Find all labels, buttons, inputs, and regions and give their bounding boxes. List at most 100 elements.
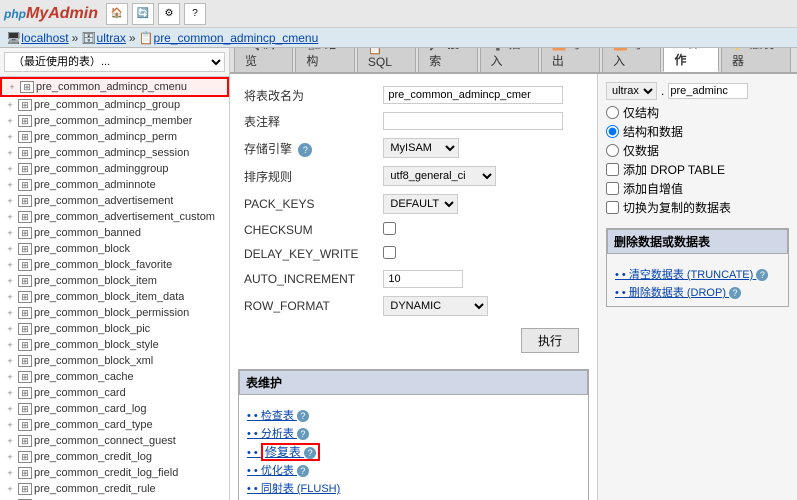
- breadcrumb-database[interactable]: ultrax: [97, 31, 126, 45]
- sidebar-item[interactable]: + pre_common_cache: [0, 369, 229, 385]
- recent-tables-dropdown[interactable]: （最近使用的表）...: [4, 52, 225, 72]
- refresh-button[interactable]: 🔄: [132, 3, 154, 25]
- execute-button[interactable]: 执行: [521, 328, 579, 353]
- content-area: 🔍浏览🏗结构📋SQL🔎搜索➕插入📤导出📥导入⚙操作⚡触发器 将表改名为 表注释: [230, 48, 797, 500]
- sidebar-label: pre_common_admincp_group: [34, 99, 180, 111]
- copy-db-select[interactable]: ultrax: [606, 82, 657, 100]
- sidebar-item[interactable]: + pre_common_admincp_member: [0, 113, 229, 129]
- tab-浏览[interactable]: 🔍浏览: [234, 48, 293, 72]
- sidebar-label: pre_common_block_favorite: [34, 259, 172, 271]
- rename-input[interactable]: [383, 86, 563, 104]
- pack-keys-select[interactable]: DEFAULT01: [383, 194, 458, 214]
- sidebar-item[interactable]: + pre_common_banned: [0, 225, 229, 241]
- storage-select[interactable]: MyISAMInnoDBMEMORYCSV: [383, 138, 459, 158]
- tab-操作[interactable]: ⚙操作: [663, 48, 719, 72]
- auto-increment-row: AUTO_INCREMENT: [238, 266, 589, 292]
- maintenance-link[interactable]: • 检查表 ?: [247, 407, 580, 423]
- rename-label: 将表改名为: [238, 82, 377, 108]
- copy-radio[interactable]: [606, 106, 619, 119]
- tab-触发器[interactable]: ⚡触发器: [721, 48, 791, 72]
- sidebar-item[interactable]: + pre_common_card: [0, 385, 229, 401]
- sidebar-item[interactable]: + pre_common_admincp_cmenu: [0, 77, 229, 97]
- breadcrumb-table-icon: 📋: [139, 31, 154, 45]
- sidebar-item[interactable]: + pre_common_admincp_group: [0, 97, 229, 113]
- sidebar-item[interactable]: + pre_common_block_pic: [0, 321, 229, 337]
- sidebar-list: + pre_common_admincp_cmenu + pre_common_…: [0, 77, 229, 500]
- maintenance-link[interactable]: • 优化表 ?: [247, 462, 580, 478]
- copy-radio[interactable]: [606, 125, 619, 138]
- expand-icon: +: [2, 418, 18, 432]
- sidebar-item[interactable]: + pre_common_credit_log_field: [0, 465, 229, 481]
- sidebar-item[interactable]: + pre_common_credit_log: [0, 449, 229, 465]
- table-icon: [18, 371, 32, 383]
- row-format-select[interactable]: DYNAMICCOMPACTREDUNDANTCOMPRESSED: [383, 296, 488, 316]
- collation-select[interactable]: utf8_general_ciutf8_unicode_cilatin1_swe…: [383, 166, 496, 186]
- sidebar-label: pre_common_advertisement_custom: [34, 211, 215, 223]
- tab-导入[interactable]: 📥导入: [602, 48, 661, 72]
- checksum-checkbox[interactable]: [383, 222, 396, 235]
- breadcrumb-icon: 🖥: [6, 31, 21, 45]
- tab-结构[interactable]: 🏗结构: [295, 48, 355, 72]
- sidebar-item[interactable]: + pre_common_block: [0, 241, 229, 257]
- sidebar-label: pre_common_credit_log_field: [34, 467, 178, 479]
- copy-checkbox[interactable]: [606, 182, 619, 195]
- table-icon: [18, 387, 32, 399]
- table-icon: [18, 451, 32, 463]
- sidebar-item[interactable]: + pre_common_block_item_data: [0, 289, 229, 305]
- sidebar-item[interactable]: + pre_common_card_type: [0, 417, 229, 433]
- sidebar-item[interactable]: + pre_common_admincp_perm: [0, 129, 229, 145]
- sidebar-label: pre_common_admincp_perm: [34, 131, 177, 143]
- tab-SQL[interactable]: 📋SQL: [357, 48, 416, 72]
- sidebar-item[interactable]: + pre_common_block_item: [0, 273, 229, 289]
- sidebar-item[interactable]: + pre_common_block_xml: [0, 353, 229, 369]
- expand-icon: +: [2, 370, 18, 384]
- comment-input[interactable]: [383, 112, 563, 130]
- copy-radio-label: 结构和数据: [623, 123, 683, 140]
- settings-button[interactable]: ⚙: [158, 3, 180, 25]
- copy-table-input[interactable]: [668, 83, 748, 99]
- tab-导出[interactable]: 📤导出: [541, 48, 600, 72]
- tab-插入[interactable]: ➕插入: [480, 48, 539, 72]
- copy-checkbox[interactable]: [606, 201, 619, 214]
- maintenance-link[interactable]: • 分析表 ?: [247, 425, 580, 441]
- sidebar-label: pre_common_card_type: [34, 419, 153, 431]
- tab-label: 浏览: [245, 48, 275, 68]
- sidebar-label: pre_common_block: [34, 243, 130, 255]
- sidebar-item[interactable]: + pre_common_advertisement: [0, 193, 229, 209]
- table-icon: [18, 115, 32, 127]
- delete-link[interactable]: • 清空数据表 (TRUNCATE) ?: [615, 266, 780, 282]
- expand-icon: +: [2, 258, 18, 272]
- sidebar-item[interactable]: + pre_common_block_permission: [0, 305, 229, 321]
- tab-label: 导出: [552, 48, 582, 68]
- sidebar-label: pre_common_banned: [34, 227, 141, 239]
- copy-checkbox[interactable]: [606, 163, 619, 176]
- sidebar-item[interactable]: + pre_common_admincp_session: [0, 145, 229, 161]
- maintenance-link[interactable]: • 修复表 ?: [247, 443, 580, 460]
- sidebar-item[interactable]: + pre_common_adminggroup: [0, 161, 229, 177]
- expand-icon: +: [2, 322, 18, 336]
- tab-搜索[interactable]: 🔎搜索: [418, 48, 477, 72]
- delete-link[interactable]: • 删除数据表 (DROP) ?: [615, 284, 780, 300]
- auto-increment-input[interactable]: [383, 270, 463, 288]
- delay-key-checkbox[interactable]: [383, 246, 396, 259]
- home-button[interactable]: 🏠: [106, 3, 128, 25]
- sidebar-item[interactable]: + pre_common_adminnote: [0, 177, 229, 193]
- delete-section-title: 删除数据或数据表: [607, 229, 788, 254]
- sidebar-item[interactable]: + pre_common_card_log: [0, 401, 229, 417]
- help-button[interactable]: ?: [184, 3, 206, 25]
- table-icon: [18, 195, 32, 207]
- sidebar-item[interactable]: + pre_common_block_style: [0, 337, 229, 353]
- storage-row: 存储引擎 ? MyISAMInnoDBMEMORYCSV: [238, 134, 589, 162]
- sidebar-item[interactable]: + pre_common_advertisement_custom: [0, 209, 229, 225]
- storage-help-icon[interactable]: ?: [298, 143, 312, 157]
- rename-row: 将表改名为: [238, 82, 589, 108]
- sidebar-item[interactable]: + pre_common_block_favorite: [0, 257, 229, 273]
- sidebar-item[interactable]: + pre_common_credit_rule: [0, 481, 229, 497]
- copy-checkbox-item: 添加自增值: [606, 180, 789, 197]
- expand-icon: +: [2, 290, 18, 304]
- copy-radio[interactable]: [606, 144, 619, 157]
- breadcrumb-table[interactable]: pre_common_admincp_cmenu: [154, 31, 319, 45]
- sidebar-item[interactable]: + pre_common_connect_guest: [0, 433, 229, 449]
- maintenance-link[interactable]: • 同射表 (FLUSH): [247, 480, 580, 496]
- breadcrumb-server[interactable]: localhost: [21, 31, 68, 45]
